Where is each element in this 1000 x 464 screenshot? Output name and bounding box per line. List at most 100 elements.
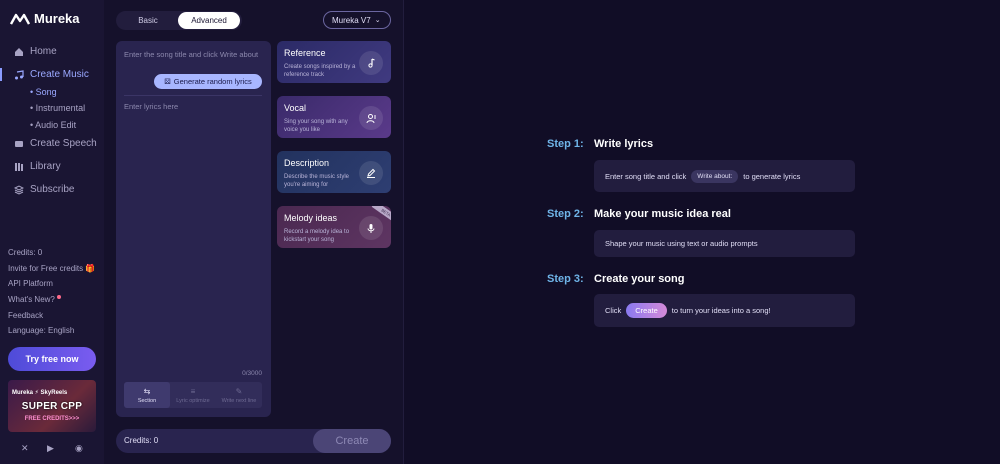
write-about-chip: Write about: (691, 169, 739, 183)
lyric-optimize-tool[interactable]: ≡ Lyric optimize (170, 382, 216, 408)
section-icon: ⇆ (143, 386, 151, 396)
nav-sub-instrumental[interactable]: • Instrumental (30, 103, 85, 113)
create-chip: Create (626, 303, 667, 318)
nav-library[interactable]: Library (14, 161, 61, 172)
nav-sub-audio-edit[interactable]: • Audio Edit (30, 120, 76, 130)
step-3-title: Create your song (594, 273, 685, 285)
home-icon (15, 47, 23, 56)
reference-desc: Create songs inspired by a reference tra… (284, 64, 356, 79)
language-selector[interactable]: Language: English (8, 326, 74, 335)
nav-create-speech-label: Create Speech (30, 138, 97, 149)
description-title: Description (284, 158, 330, 168)
generate-lyrics-label: Generate random lyrics (173, 77, 252, 86)
nav-sub-instrumental-label: Instrumental (35, 103, 86, 113)
promo-banner[interactable]: Mureka ⚡ SkyReels SUPER CPP FREE CREDITS… (8, 380, 96, 432)
api-platform-link[interactable]: API Platform (8, 279, 53, 288)
nav-subscribe[interactable]: Subscribe (14, 184, 74, 195)
try-free-button[interactable]: Try free now (8, 347, 96, 371)
bottom-bar: Credits: 0 Create (116, 429, 391, 453)
melody-title: Melody ideas (284, 213, 338, 223)
nav-home[interactable]: Home (14, 46, 57, 57)
section-tool-label: Section (137, 397, 157, 404)
song-title-input[interactable]: Enter the song title and click Write abo… (124, 50, 262, 61)
speech-icon (15, 140, 23, 147)
model-select[interactable]: Mureka V7 ⌄ (323, 11, 391, 29)
microphone-icon (359, 216, 383, 240)
pen-icon: ✎ (235, 386, 243, 396)
nav-library-label: Library (30, 161, 61, 172)
nav-sub-audio-edit-label: Audio Edit (35, 120, 77, 130)
active-indicator (0, 68, 2, 81)
divider (124, 95, 262, 96)
brand-logo[interactable]: Mureka (10, 11, 80, 26)
description-desc: Describe the music style you're aiming f… (284, 174, 350, 189)
step-2-title: Make your music idea real (594, 208, 731, 220)
x-twitter-icon[interactable]: ✕ (21, 443, 29, 454)
step-1-text-pre: Enter song title and click (605, 171, 687, 181)
write-next-line-tool[interactable]: ✎ Write next line (216, 382, 262, 408)
music-note-icon (359, 51, 383, 75)
generate-lyrics-button[interactable]: ⚄ Generate random lyrics (154, 74, 262, 89)
credits-link[interactable]: Credits: 0 (8, 248, 42, 257)
step-3-text-post: to turn your ideas into a song! (671, 306, 771, 315)
optimize-icon: ≡ (190, 386, 196, 396)
section-tool[interactable]: ⇆ Section (124, 382, 170, 408)
vocal-title: Vocal (284, 103, 307, 113)
nav-create-speech[interactable]: Create Speech (14, 138, 97, 149)
mureka-logo-icon (10, 13, 30, 25)
nav-subscribe-label: Subscribe (30, 184, 75, 195)
melody-desc: Record a melody idea to kickstart your s… (284, 229, 350, 244)
step-2-box: Shape your music using text or audio pro… (594, 230, 855, 257)
mode-toggle: Basic Advanced (116, 11, 242, 30)
step-1-box: Enter song title and click Write about: … (594, 160, 855, 192)
step-1-title: Write lyrics (594, 138, 654, 150)
lyric-optimize-label: Lyric optimize (176, 397, 210, 404)
model-select-value: Mureka V7 (332, 15, 371, 25)
credits-display: Credits: 0 (124, 436, 159, 445)
sidebar: Mureka Home Create Music • Song • Instru… (0, 0, 104, 464)
nav-sub-song[interactable]: • Song (30, 87, 57, 97)
create-button[interactable]: Create (313, 429, 391, 453)
step-3-text-pre: Click (605, 306, 622, 315)
vocal-card[interactable]: Vocal Sing your song with any voice you … (277, 96, 391, 138)
library-icon (15, 162, 23, 171)
step-1-text-post: to generate lyrics (743, 171, 801, 181)
step-2-label: Step 2: (547, 208, 584, 220)
nav-sub-song-label: Song (35, 87, 57, 97)
reference-card[interactable]: Reference Create songs inspired by a ref… (277, 41, 391, 83)
invite-link-label: Invite for Free credits (8, 264, 84, 273)
feedback-link[interactable]: Feedback (8, 311, 43, 320)
mode-basic-button[interactable]: Basic (118, 12, 178, 29)
brand-name: Mureka (34, 11, 80, 26)
subscribe-icon (14, 184, 24, 195)
step-3-box: Click Create to turn your ideas into a s… (594, 294, 855, 327)
nav-create-music-label: Create Music (30, 69, 89, 80)
vocal-desc: Sing your song with any voice you like (284, 119, 348, 134)
lyrics-textarea[interactable]: Enter lyrics here (124, 102, 178, 111)
nav-home-label: Home (30, 46, 57, 57)
discord-icon[interactable]: ◉ (75, 443, 83, 454)
lyrics-toolbar: ⇆ Section ≡ Lyric optimize ✎ Write next … (124, 382, 262, 408)
whats-new-link[interactable]: What's New? (8, 295, 61, 304)
notification-dot (56, 295, 61, 299)
user-voice-icon (359, 106, 383, 130)
mode-advanced-button[interactable]: Advanced (178, 12, 240, 29)
nav-create-music[interactable]: Create Music (14, 69, 89, 80)
chevron-down-icon: ⌄ (374, 17, 381, 24)
whats-new-label: What's New? (8, 295, 55, 304)
step-1-label: Step 1: (547, 138, 584, 150)
promo-subtitle: FREE CREDITS>>> (24, 416, 80, 422)
write-next-line-label: Write next line (221, 397, 257, 404)
promo-brand: Mureka ⚡ SkyReels (12, 390, 68, 396)
character-counter: 0/3000 (242, 370, 262, 377)
music-icon (15, 69, 24, 79)
invite-link[interactable]: Invite for Free credits 🎁 (8, 264, 95, 273)
gift-icon: 🎁 (85, 264, 96, 273)
step-2-text: Shape your music using text or audio pro… (605, 239, 758, 248)
youtube-icon[interactable]: ▶ (47, 443, 54, 454)
melody-ideas-card[interactable]: Melody ideas Record a melody idea to kic… (277, 206, 391, 248)
step-3-label: Step 3: (547, 273, 584, 285)
promo-title: SUPER CPP (21, 401, 83, 412)
description-card[interactable]: Description Describe the music style you… (277, 151, 391, 193)
lyrics-editor: Enter the song title and click Write abo… (116, 41, 271, 417)
